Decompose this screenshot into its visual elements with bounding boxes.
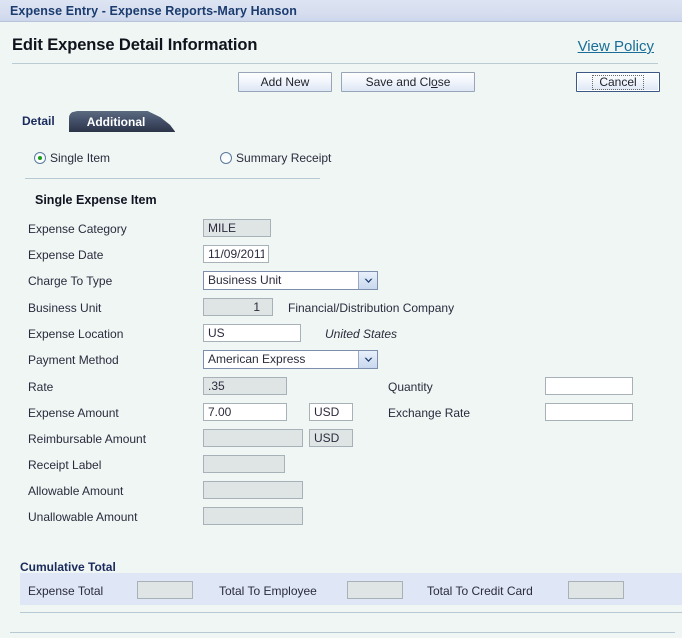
- expense-location-description: United States: [325, 327, 398, 341]
- expense-location-input[interactable]: [203, 324, 301, 342]
- expense-amount-currency-input[interactable]: [309, 403, 353, 421]
- row-expense-location: Expense Location United States: [0, 324, 682, 346]
- payment-method-label: Payment Method: [28, 353, 119, 367]
- row-expense-category: Expense Category: [0, 219, 682, 241]
- row-reimbursable-amount: Reimbursable Amount: [0, 429, 682, 451]
- quantity-label: Quantity: [388, 380, 433, 394]
- row-receipt-label: Receipt Label: [0, 455, 682, 477]
- total-to-employee-input[interactable]: [347, 581, 403, 599]
- business-unit-input[interactable]: [203, 298, 273, 316]
- receipt-label-label: Receipt Label: [28, 458, 102, 472]
- radio-single-item[interactable]: Single Item: [34, 151, 110, 165]
- reimbursable-amount-currency-input[interactable]: [309, 429, 353, 447]
- total-to-employee-label: Total To Employee: [219, 584, 317, 598]
- action-button-bar: Add New Save and Close Cancel: [0, 72, 682, 106]
- row-rate-quantity: Rate Quantity: [0, 377, 682, 399]
- row-business-unit: Business Unit Financial/Distribution Com…: [0, 298, 682, 320]
- cumulative-total-band: Expense Total Total To Employee Total To…: [20, 573, 682, 605]
- row-unallowable-amount: Unallowable Amount: [0, 507, 682, 529]
- quantity-input[interactable]: [545, 377, 633, 395]
- expense-total-label: Expense Total: [28, 584, 104, 598]
- expense-amount-label: Expense Amount: [28, 406, 119, 420]
- bottom-divider-2: [10, 632, 675, 633]
- expense-amount-input[interactable]: [203, 403, 287, 421]
- total-to-credit-card-input[interactable]: [568, 581, 624, 599]
- row-charge-to-type: Charge To Type Business Unit: [0, 271, 682, 293]
- payment-method-select-wrap: American Express: [203, 350, 378, 369]
- radio-summary-receipt[interactable]: Summary Receipt: [220, 151, 331, 165]
- save-and-close-button[interactable]: Save and Close: [341, 72, 475, 92]
- window-title: Expense Entry - Expense Reports-Mary Han…: [10, 3, 298, 18]
- header-divider: [12, 63, 658, 64]
- save-and-close-label: Save and Close: [365, 75, 451, 89]
- charge-to-type-label: Charge To Type: [28, 274, 113, 288]
- cancel-button[interactable]: Cancel: [576, 72, 660, 92]
- expense-date-label: Expense Date: [28, 248, 104, 262]
- allowable-amount-input[interactable]: [203, 481, 303, 499]
- radio-single-item-label: Single Item: [50, 151, 111, 165]
- expense-category-input[interactable]: [203, 219, 271, 237]
- row-expense-date: Expense Date: [0, 245, 682, 267]
- radio-selected-icon: [34, 152, 46, 164]
- reimbursable-amount-input[interactable]: [203, 429, 303, 447]
- expense-total-input[interactable]: [137, 581, 193, 599]
- window-titlebar: Expense Entry - Expense Reports-Mary Han…: [0, 0, 682, 22]
- reimbursable-amount-label: Reimbursable Amount: [28, 432, 147, 446]
- business-unit-description: Financial/Distribution Company: [288, 301, 455, 315]
- expense-location-label: Expense Location: [28, 327, 124, 341]
- unallowable-amount-label: Unallowable Amount: [28, 510, 138, 524]
- rate-input[interactable]: [203, 377, 287, 395]
- page-header: Edit Expense Detail Information View Pol…: [0, 22, 682, 55]
- section-divider: [25, 178, 320, 179]
- tab-additional[interactable]: Additional: [68, 111, 176, 132]
- section-title: Single Expense Item: [35, 193, 157, 207]
- bottom-divider-1: [20, 612, 682, 613]
- charge-to-type-select[interactable]: Business Unit: [203, 271, 378, 290]
- radio-unselected-icon: [220, 152, 233, 164]
- row-payment-method: Payment Method American Express: [0, 350, 682, 372]
- rate-label: Rate: [28, 380, 54, 394]
- tab-detail[interactable]: Detail: [22, 114, 69, 132]
- receipt-label-input[interactable]: [203, 455, 285, 473]
- row-allowable-amount: Allowable Amount: [0, 481, 682, 503]
- row-expense-amount-exchange-rate: Expense Amount Exchange Rate: [0, 403, 682, 425]
- exchange-rate-label: Exchange Rate: [388, 406, 471, 420]
- cumulative-total-title: Cumulative Total: [20, 560, 116, 574]
- exchange-rate-input[interactable]: [545, 403, 633, 421]
- expense-detail-form: Expense Category Expense Date Charge To …: [0, 219, 682, 525]
- expense-date-input[interactable]: [203, 245, 269, 263]
- page-title: Edit Expense Detail Information: [12, 36, 258, 54]
- view-policy-link[interactable]: View Policy: [578, 38, 658, 55]
- radio-summary-receipt-label: Summary Receipt: [236, 151, 332, 165]
- business-unit-label: Business Unit: [28, 301, 102, 315]
- allowable-amount-label: Allowable Amount: [28, 484, 124, 498]
- payment-method-select[interactable]: American Express: [203, 350, 378, 369]
- charge-to-type-select-wrap: Business Unit: [203, 271, 378, 290]
- total-to-credit-card-label: Total To Credit Card: [427, 584, 533, 598]
- add-new-button[interactable]: Add New: [238, 72, 332, 92]
- tab-bar: Detail Additional: [0, 108, 682, 132]
- expense-category-label: Expense Category: [28, 222, 127, 236]
- cancel-button-label: Cancel: [592, 74, 644, 90]
- unallowable-amount-input[interactable]: [203, 507, 303, 525]
- entry-type-radio-group: Single Item Summary Receipt: [34, 150, 682, 166]
